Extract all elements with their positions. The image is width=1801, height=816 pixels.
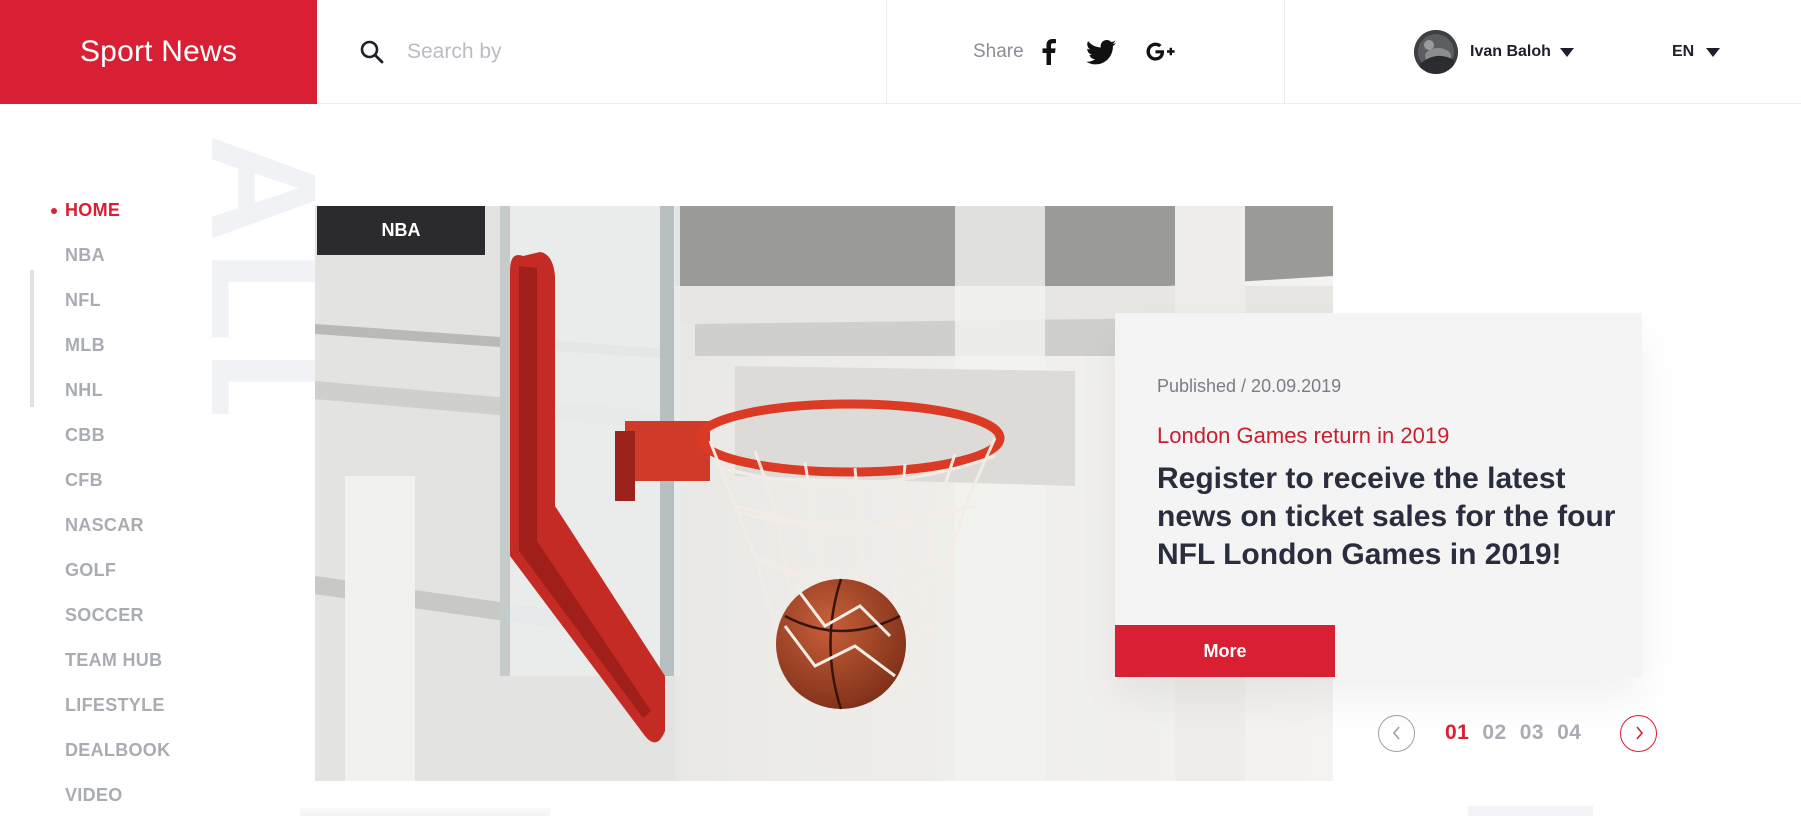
sidebar-item-golf[interactable]: GOLF — [0, 550, 220, 595]
chevron-right-icon[interactable] — [1633, 726, 1645, 740]
sidebar-item-nba[interactable]: NBA — [0, 235, 220, 280]
sidebar-item-soccer[interactable]: SOCCER — [0, 595, 220, 640]
share-bar: Share — [887, 0, 1285, 104]
avatar[interactable] — [1414, 30, 1458, 74]
share-label: Share — [973, 41, 1024, 62]
chevron-left-icon[interactable] — [1391, 726, 1403, 740]
sidebar-item-cfb[interactable]: CFB — [0, 460, 220, 505]
brand-name[interactable]: Sport News — [80, 35, 237, 69]
chevron-down-icon[interactable] — [1559, 47, 1574, 57]
article-kicker[interactable]: London Games return in 2019 — [1157, 423, 1449, 449]
user-name[interactable]: Ivan Baloh — [1470, 43, 1551, 61]
language-select[interactable]: EN — [1672, 30, 1721, 74]
sidebar-item-home[interactable]: HOME — [0, 190, 220, 235]
next-slide-button[interactable] — [1620, 714, 1658, 752]
page-number[interactable]: 02 — [1482, 721, 1506, 745]
facebook-icon[interactable] — [1042, 37, 1056, 67]
page-number[interactable]: 03 — [1520, 721, 1544, 745]
google-plus-icon[interactable] — [1146, 37, 1176, 67]
publish-date: Published / 20.09.2019 — [1157, 376, 1342, 396]
article-headline[interactable]: Register to receive the latest news on t… — [1157, 460, 1617, 574]
sidebar-nav: HOME NBA NFL MLB NHL CBB CFB NASCAR GOLF SOCCER TE… — [0, 190, 220, 816]
sidebar-item-team-hub[interactable]: TEAM HUB — [0, 640, 220, 685]
sidebar-item-mlb[interactable]: MLB — [0, 325, 220, 370]
bottom-card-edge — [1468, 806, 1593, 816]
page-number[interactable]: 04 — [1557, 721, 1581, 745]
chevron-down-icon[interactable] — [1706, 47, 1721, 57]
sidebar-item-dealbook[interactable]: DEALBOOK — [0, 730, 220, 775]
sidebar-item-lifestyle[interactable]: LIFESTYLE — [0, 685, 220, 730]
sidebar-item-video[interactable]: VIDEO — [0, 775, 220, 816]
page-numbers: 01 02 03 04 — [1445, 721, 1594, 745]
sidebar-item-nhl[interactable]: NHL — [0, 370, 220, 415]
slider-pager: 01 02 03 04 — [1378, 714, 1658, 752]
page-number[interactable]: 01 — [1445, 721, 1469, 745]
more-button-label[interactable]: More — [1203, 641, 1246, 662]
search-bar — [317, 0, 887, 104]
search-input[interactable] — [407, 40, 847, 64]
article-card: Published / 20.09.2019 London Games retu… — [1115, 313, 1642, 677]
brand-logo[interactable]: Sport News — [0, 0, 317, 104]
sidebar-item-cbb[interactable]: CBB — [0, 415, 220, 460]
search-icon[interactable] — [359, 39, 385, 65]
twitter-icon[interactable] — [1085, 37, 1116, 67]
prev-slide-button[interactable] — [1378, 714, 1415, 752]
bottom-card-shadow — [300, 808, 550, 816]
sidebar-item-nfl[interactable]: NFL — [0, 280, 220, 325]
sidebar-item-nascar[interactable]: NASCAR — [0, 505, 220, 550]
category-tag[interactable]: NBA — [317, 206, 485, 255]
language-code[interactable]: EN — [1672, 43, 1694, 61]
more-button[interactable]: More — [1115, 625, 1335, 677]
user-menu[interactable]: Ivan Baloh — [1414, 30, 1574, 74]
category-tag-label[interactable]: NBA — [382, 220, 421, 241]
top-header: Sport News Share — [0, 0, 1801, 104]
